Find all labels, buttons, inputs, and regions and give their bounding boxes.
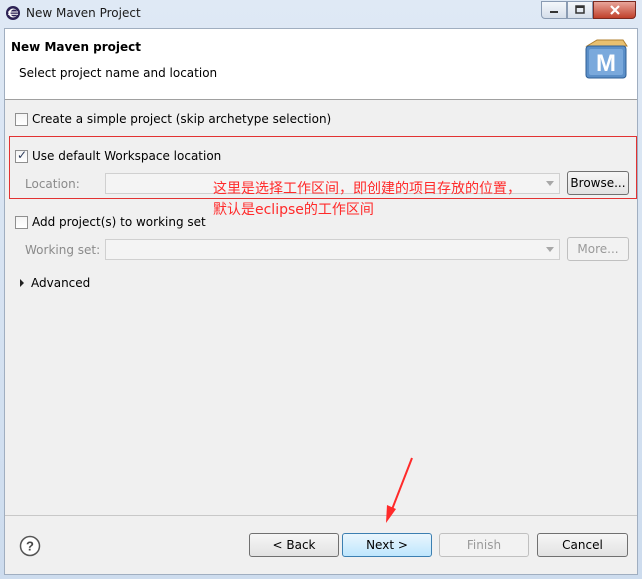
annotation-line-2: 默认是eclipse的工作区间 — [213, 202, 374, 218]
expand-triangle-icon — [20, 279, 24, 287]
wizard-client-area: New Maven project Select project name an… — [4, 28, 638, 575]
default-workspace-checkbox[interactable] — [15, 148, 28, 163]
wizard-header: New Maven project Select project name an… — [5, 29, 637, 100]
next-button[interactable]: Next > — [342, 533, 432, 557]
finish-button[interactable]: Finish — [439, 533, 529, 557]
minimize-icon[interactable] — [541, 1, 567, 19]
svg-text:?: ? — [26, 539, 34, 554]
working-set-checkbox[interactable] — [15, 215, 28, 229]
help-icon[interactable]: ? — [19, 535, 41, 557]
footer-separator — [5, 515, 637, 516]
title-bar: New Maven Project — [0, 0, 642, 28]
chevron-down-icon — [546, 181, 554, 186]
close-icon[interactable] — [593, 1, 636, 19]
browse-button[interactable]: Browse... — [567, 171, 629, 195]
back-button[interactable]: < Back — [249, 533, 339, 557]
working-set-label: Add project(s) to working set — [32, 215, 206, 229]
default-workspace-option[interactable]: Use default Workspace location — [15, 148, 222, 163]
page-subtitle: Select project name and location — [19, 66, 218, 80]
advanced-label: Advanced — [31, 276, 91, 290]
more-button[interactable]: More... — [567, 237, 629, 261]
working-set-option[interactable]: Add project(s) to working set — [15, 215, 206, 229]
svg-text:M: M — [596, 50, 616, 77]
maven-logo-icon: M — [585, 39, 628, 79]
window-controls — [541, 1, 636, 20]
page-title: New Maven project — [11, 40, 142, 54]
window-title: New Maven Project — [26, 6, 141, 20]
working-set-combo[interactable] — [105, 239, 560, 260]
cancel-button[interactable]: Cancel — [537, 533, 628, 557]
working-set-field-label: Working set: — [25, 243, 101, 257]
default-workspace-label: Use default Workspace location — [32, 149, 222, 163]
advanced-toggle[interactable]: Advanced — [17, 276, 90, 290]
location-label: Location: — [25, 177, 80, 191]
chevron-down-icon — [546, 247, 554, 252]
simple-project-label: Create a simple project (skip archetype … — [32, 112, 332, 126]
maximize-icon[interactable] — [567, 1, 593, 19]
eclipse-icon — [6, 6, 20, 20]
simple-project-option[interactable]: Create a simple project (skip archetype … — [15, 112, 331, 126]
annotation-text: 这里是选择工作区间，即创建的项目存放的位置， 默认是eclipse的工作区间 — [213, 179, 521, 221]
maven-wizard-window: New Maven Project New Maven project Sele… — [0, 0, 642, 579]
annotation-line-1: 这里是选择工作区间，即创建的项目存放的位置， — [213, 181, 521, 197]
simple-project-checkbox[interactable] — [15, 112, 28, 126]
